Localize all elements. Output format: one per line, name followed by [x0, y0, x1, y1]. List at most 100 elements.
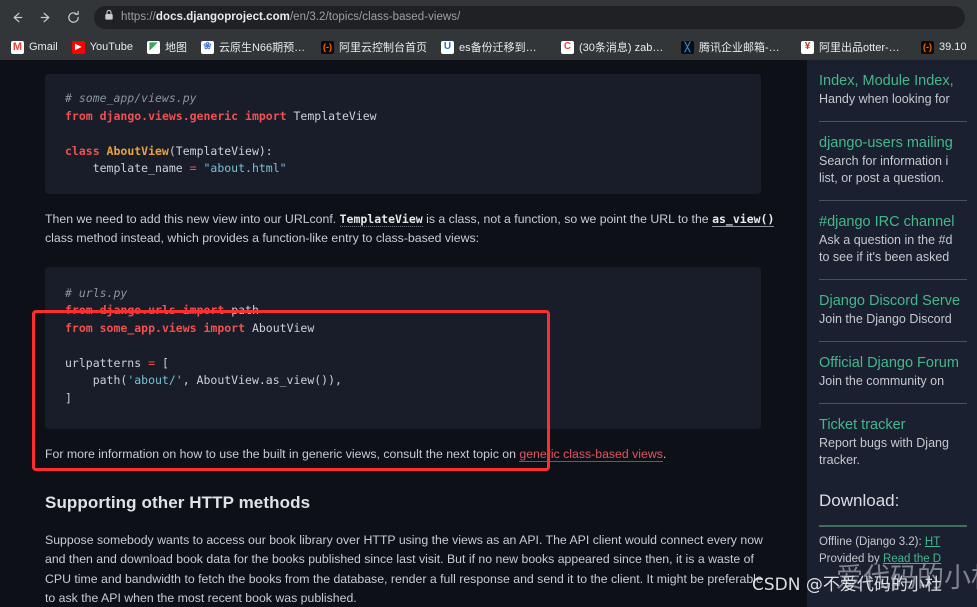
sidebar-item: #django IRC channel Ask a question in the… — [819, 201, 977, 266]
link-as-view[interactable]: as_view() — [712, 211, 775, 227]
sidebar-item-title[interactable]: Official Django Forum — [819, 354, 977, 373]
sidebar-item-title[interactable]: django-users mailing — [819, 134, 977, 153]
code2-bracket-close: ] — [65, 390, 72, 405]
bookmark-favicon-icon: U — [440, 40, 454, 54]
sidebar-item-title[interactable]: Django Discord Serve — [819, 292, 977, 311]
code2-path-call: path( — [65, 373, 128, 387]
sidebar-item-title[interactable]: Ticket tracker — [819, 416, 977, 435]
sidebar-divider-download — [819, 525, 967, 527]
code2-keyword-import-1: import — [182, 303, 225, 317]
sidebar-item-description: Search for information i list, or post a… — [819, 154, 949, 185]
code-operator: = — [189, 161, 197, 175]
bookmark-favicon-icon: ◤ — [146, 40, 160, 54]
para1-text-b: is a class, not a function, so we point … — [422, 211, 713, 226]
bookmark-favicon-icon: ╳ — [680, 40, 694, 54]
paragraph-more-info: For more information on how to use the b… — [45, 445, 775, 465]
code2-name-1: path — [224, 303, 259, 317]
bookmark-favicon-icon: ¥ — [800, 40, 814, 54]
bookmark-label: 云原生N66期预习... — [218, 42, 307, 54]
bookmark-item[interactable]: (-) 阿里云控制台首页 — [314, 36, 434, 58]
code2-bracket-open: [ — [155, 355, 169, 370]
code-class-name: AboutView — [99, 143, 169, 158]
sidebar-item-description: Ask a question in the #d to see if it's … — [819, 233, 953, 264]
bookmark-favicon-icon: (-) — [320, 40, 334, 54]
code2-keyword-from-2: from — [65, 320, 93, 335]
code2-comment: # urls.py — [65, 285, 128, 300]
code2-operator: = — [148, 355, 156, 370]
sidebar-item-title[interactable]: #django IRC channel — [819, 213, 977, 232]
bookmark-item[interactable]: ╳ 腾讯企业邮箱-登录... — [674, 36, 794, 58]
bookmark-label: (30条消息) zabbix... — [578, 42, 667, 54]
reload-icon — [66, 10, 81, 25]
code-block-urls-py: # urls.py from django.urls import path f… — [45, 266, 761, 429]
code2-keyword-import-2: import — [203, 320, 246, 335]
bookmark-item[interactable]: ▶ YouTube — [65, 38, 140, 57]
inline-code-templateview: TemplateView — [339, 211, 423, 227]
bookmark-item[interactable]: ❀ 云原生N66期预习... — [194, 36, 314, 58]
sidebar-provided-line: Provided by Read the D — [819, 552, 977, 567]
sidebar-item-title[interactable]: Index, Module Index, — [819, 72, 977, 91]
address-bar[interactable]: https://docs.djangoproject.com/en/3.2/to… — [94, 5, 965, 29]
bookmark-label: YouTube — [89, 41, 133, 53]
code2-urlpatterns: urlpatterns — [65, 355, 149, 370]
sidebar-offline-link[interactable]: HT — [925, 536, 940, 548]
right-sidebar: Index, Module Index, Handy when looking f… — [807, 60, 977, 607]
sidebar-item: Django Discord Serve Join the Django Disc… — [819, 280, 977, 328]
sidebar-item: Ticket tracker Report bugs with Djang tra… — [819, 404, 977, 469]
bookmark-item[interactable]: M Gmail — [4, 38, 65, 57]
code-comment: # some_app/views.py — [65, 91, 197, 105]
bookmark-label: es备份迁移到另外... — [458, 42, 547, 54]
bookmark-item[interactable]: (-) 39.10 — [914, 38, 974, 57]
code-keyword-from: from — [65, 108, 93, 123]
sidebar-item: django-users mailing Search for informati… — [819, 122, 977, 187]
code-class-bases: (TemplateView): — [168, 143, 273, 158]
url-text: https://docs.djangoproject.com/en/3.2/to… — [121, 11, 460, 23]
code-block-views-py: # some_app/views.py from django.views.ge… — [45, 74, 761, 194]
forward-button[interactable] — [32, 4, 58, 30]
url-path: /en/3.2/topics/class-based-views/ — [289, 11, 461, 23]
url-scheme: https:// — [121, 11, 156, 23]
code-module-path: django.views.generic — [92, 108, 246, 123]
back-arrow-icon — [10, 10, 25, 25]
bookmark-favicon-icon: ▶ — [71, 40, 85, 54]
code2-keyword-from-1: from — [65, 303, 93, 317]
sidebar-download-heading: Download: — [819, 491, 900, 510]
bookmark-favicon-icon: ❀ — [200, 40, 214, 54]
code-string: "about.html" — [196, 161, 287, 175]
bookmark-item[interactable]: Ues备份迁移到另外... — [434, 36, 554, 58]
bookmark-item[interactable]: ◤ 地图 — [140, 36, 194, 58]
bookmark-label: 地图 — [164, 42, 187, 54]
reload-button[interactable] — [60, 4, 86, 30]
sidebar-offline-text: Offline (Django 3.2): — [819, 536, 922, 548]
code2-module-1: django.urls — [92, 303, 183, 317]
browser-chrome: https://docs.djangoproject.com/en/3.2/to… — [0, 0, 977, 60]
bookmark-label: 阿里出品otter-同... — [818, 42, 907, 54]
para1-text-a: Then we need to add this new view into o… — [45, 211, 340, 226]
bookmark-item[interactable]: C (30条消息) zabbix... — [554, 36, 674, 58]
bookmark-label: Gmail — [29, 41, 58, 53]
sidebar-provided-text: Provided by — [819, 553, 883, 565]
para2-text-b: . — [662, 447, 667, 461]
sidebar-provided-link[interactable]: Read the D — [883, 553, 941, 565]
code-keyword-class: class — [65, 143, 100, 158]
forward-arrow-icon — [38, 10, 53, 25]
para2-text-a: For more information on how to use the b… — [45, 447, 520, 461]
bookmark-favicon-icon: C — [560, 40, 574, 54]
sidebar-item: Index, Module Index, Handy when looking f… — [819, 60, 977, 108]
sidebar-item-description: Join the Django Discord — [819, 312, 952, 326]
code-attr-name: template_name — [65, 161, 190, 175]
sidebar-offline-line: Offline (Django 3.2): HT — [819, 535, 977, 550]
bookmark-label: 阿里云控制台首页 — [338, 42, 427, 54]
sidebar-item-list: Index, Module Index, Handy when looking f… — [819, 60, 977, 469]
page-viewport: # some_app/views.py from django.views.ge… — [0, 60, 977, 607]
code2-route-string: 'about/' — [127, 373, 183, 387]
bookmark-item[interactable]: ¥ 阿里出品otter-同... — [794, 36, 914, 58]
sidebar-item-description: Handy when looking for — [819, 92, 950, 106]
back-button[interactable] — [4, 4, 30, 30]
section-heading-supporting-http-methods: Supporting other HTTP methods — [45, 492, 311, 512]
bookmark-favicon-icon: M — [11, 40, 24, 54]
bookmark-favicon-icon: (-) — [920, 40, 934, 54]
link-generic-class-based-views[interactable]: generic class-based views — [519, 447, 663, 462]
para1-text-c: class method instead, which provides a f… — [45, 231, 480, 245]
